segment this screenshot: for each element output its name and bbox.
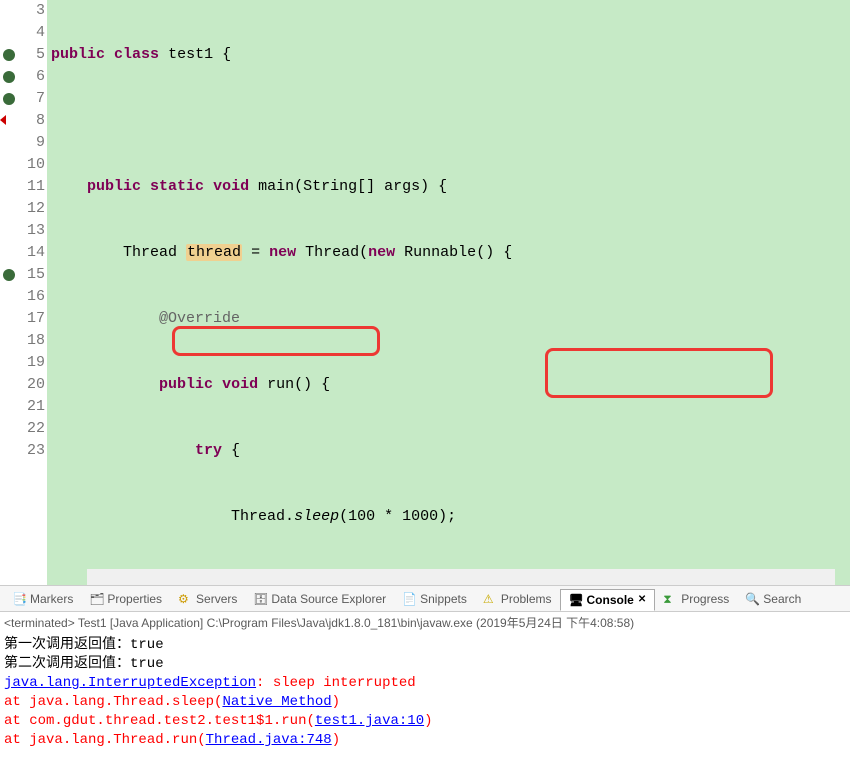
error-marker-icon [0, 115, 6, 125]
tab-properties[interactable]: 🗂Properties [81, 589, 170, 609]
console-line: java.lang.InterruptedException: sleep in… [4, 674, 846, 693]
code-line: Thread.sleep(100 * 1000); [47, 506, 850, 528]
tab-console[interactable]: 🖥Console ✕ [560, 589, 656, 611]
tab-markers[interactable]: 📑Markers [4, 589, 81, 609]
properties-icon: 🗂 [89, 592, 103, 606]
annotation-box [545, 348, 773, 398]
code-line: Thread thread = new Thread(new Runnable(… [47, 242, 850, 264]
exception-link[interactable]: java.lang.InterruptedException [4, 675, 256, 691]
search-icon: 🔍 [745, 592, 759, 606]
console-line: 第一次调用返回值：true [4, 636, 846, 655]
stacktrace-link[interactable]: Thread.java:748 [206, 732, 332, 748]
code-line [47, 110, 850, 132]
progress-icon: ⧗ [663, 592, 677, 606]
tab-data-source-explorer[interactable]: 🗄Data Source Explorer [245, 589, 394, 609]
close-icon[interactable]: ✕ [638, 594, 646, 605]
console-header: <terminated> Test1 [Java Application] C:… [0, 612, 850, 634]
markers-icon: 📑 [12, 592, 26, 606]
console-line: at java.lang.Thread.sleep(Native Method) [4, 693, 846, 712]
problems-icon: ⚠ [483, 592, 497, 606]
stacktrace-link[interactable]: Native Method [222, 694, 331, 710]
tab-servers[interactable]: ⚙Servers [170, 589, 245, 609]
bottom-tab-bar: 📑Markers 🗂Properties ⚙Servers 🗄Data Sour… [0, 586, 850, 612]
code-line: public class test1 { [47, 44, 850, 66]
breakpoint-marker-icon[interactable] [3, 71, 15, 83]
tab-problems[interactable]: ⚠Problems [475, 589, 560, 609]
console-icon: 🖥 [569, 593, 583, 607]
servers-icon: ⚙ [178, 592, 192, 606]
tab-progress[interactable]: ⧗Progress [655, 589, 737, 609]
console-output[interactable]: 第一次调用返回值：true 第二次调用返回值：true java.lang.In… [0, 634, 850, 752]
code-line: public static void main(String[] args) { [47, 176, 850, 198]
console-line: 第二次调用返回值：true [4, 655, 846, 674]
marker-ruler [0, 0, 18, 585]
code-editor[interactable]: 34567891011121314151617181920212223 publ… [0, 0, 850, 586]
code-line: @Override [47, 308, 850, 330]
annotation-box [172, 326, 380, 356]
breakpoint-marker-icon[interactable] [3, 49, 15, 61]
console-line: at com.gdut.thread.test2.test1$1.run(tes… [4, 712, 846, 731]
tab-snippets[interactable]: 📄Snippets [394, 589, 475, 609]
code-line: try { [47, 440, 850, 462]
tab-search[interactable]: 🔍Search [737, 589, 809, 609]
console-line: at java.lang.Thread.run(Thread.java:748) [4, 731, 846, 750]
horizontal-scrollbar[interactable] [87, 569, 835, 585]
breakpoint-marker-icon[interactable] [3, 269, 15, 281]
code-area[interactable]: public class test1 { public static void … [47, 0, 850, 585]
line-number-ruler: 34567891011121314151617181920212223 [18, 0, 47, 585]
stacktrace-link[interactable]: test1.java:10 [315, 713, 424, 729]
snippets-icon: 📄 [402, 592, 416, 606]
dse-icon: 🗄 [253, 592, 267, 606]
breakpoint-marker-icon[interactable] [3, 93, 15, 105]
